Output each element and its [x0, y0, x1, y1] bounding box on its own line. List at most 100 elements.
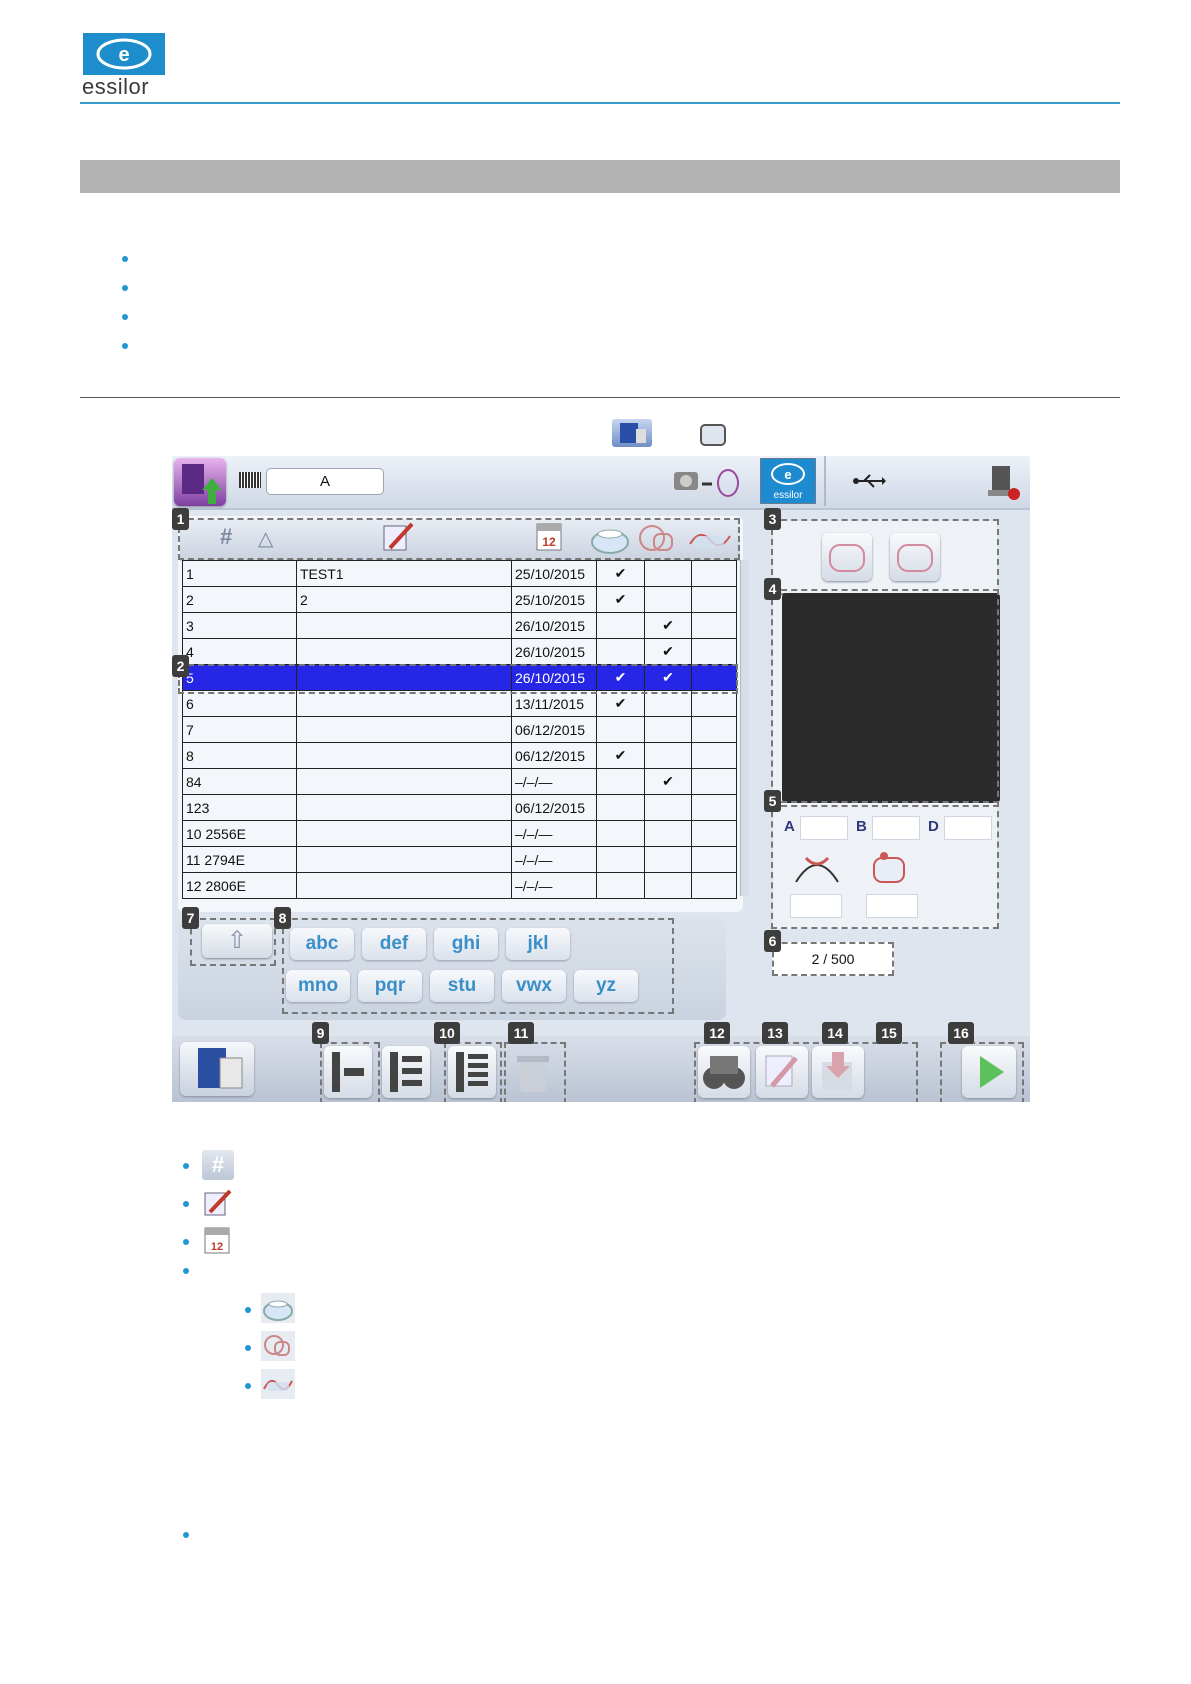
table-row[interactable]: 123 06/12/2015: [182, 794, 737, 821]
svg-text:e: e: [784, 467, 791, 482]
job-date-cell: 06/12/2015: [511, 742, 597, 769]
callout-13: 13: [762, 1022, 788, 1044]
table-row[interactable]: 1 TEST1 25/10/2015 ✔: [182, 560, 737, 587]
list-view-1-button[interactable]: [324, 1046, 372, 1098]
search-job-button[interactable]: [698, 1046, 750, 1098]
legend-sub-bullet: [245, 1383, 251, 1389]
drill-field[interactable]: [866, 894, 918, 918]
essilor-logo-mark: e: [96, 38, 152, 70]
shape-icon: [261, 1331, 295, 1361]
table-row[interactable]: 84 –/–/— ✔: [182, 768, 737, 795]
key-ghi[interactable]: ghi: [434, 928, 498, 960]
camera-tracer-icon[interactable]: [672, 464, 752, 500]
table-row[interactable]: 11 2794E –/–/—: [182, 846, 737, 873]
edit-icon: [765, 1055, 798, 1088]
table-row[interactable]: 7 06/12/2015: [182, 716, 737, 743]
shape-check-cell: [644, 872, 692, 899]
key-abc[interactable]: abc: [290, 928, 354, 960]
shape-check-cell: [644, 820, 692, 847]
legend-bullet: [183, 1201, 189, 1207]
binoculars-icon: [703, 1056, 745, 1089]
table-row[interactable]: 10 2556E –/–/—: [182, 820, 737, 847]
delete-button[interactable]: [510, 1048, 556, 1098]
table-row[interactable]: 2 2 25/10/2015 ✔: [182, 586, 737, 613]
edger-button[interactable]: [180, 1042, 254, 1096]
job-date-cell: –/–/—: [511, 872, 597, 899]
frame-check-cell: [691, 586, 737, 613]
edit-job-button[interactable]: [756, 1046, 808, 1098]
job-number-cell: 11 2794E: [182, 846, 297, 873]
list-view-3-button[interactable]: [448, 1046, 496, 1098]
shape-check-cell: [644, 794, 692, 821]
hash-icon: #: [202, 1150, 234, 1180]
key-stu[interactable]: stu: [430, 970, 494, 1002]
dim-label-a: A: [784, 818, 795, 835]
trash-icon: [517, 1056, 549, 1092]
left-lens-button[interactable]: [890, 533, 940, 581]
key-pqr[interactable]: pqr: [358, 970, 422, 1002]
job-date-cell: –/–/—: [511, 846, 597, 873]
shape-check-cell: [644, 846, 692, 873]
table-row[interactable]: 12 2806E –/–/—: [182, 872, 737, 899]
bridge-field[interactable]: [790, 894, 842, 918]
job-date-cell: 26/10/2015: [511, 612, 597, 639]
job-name-cell: [296, 690, 512, 717]
edger-icon: [612, 419, 652, 447]
list-view-2-button[interactable]: [382, 1046, 430, 1098]
usb-glyph: [853, 474, 886, 488]
section-divider: [80, 397, 1120, 398]
next-button[interactable]: [962, 1046, 1016, 1098]
job-name-cell: [296, 768, 512, 795]
shape-check-cell: [644, 586, 692, 613]
key-jkl[interactable]: jkl: [506, 928, 570, 960]
callout-area-1: [178, 518, 740, 560]
dim-b-field[interactable]: [872, 816, 920, 840]
job-date-cell: 06/12/2015: [511, 794, 597, 821]
import-job-button[interactable]: [812, 1046, 864, 1098]
table-row[interactable]: 4 26/10/2015 ✔: [182, 638, 737, 665]
callout-area-4: [771, 589, 999, 807]
job-number-cell: 8: [182, 742, 297, 769]
frame-check-cell: [691, 716, 737, 743]
device-disconnect-button[interactable]: [984, 462, 1024, 502]
dim-a-field[interactable]: [800, 816, 848, 840]
upload-button[interactable]: [174, 458, 226, 506]
callout-area-3: [771, 519, 999, 595]
lens-check-cell: ✔: [596, 586, 645, 613]
legend-bullet: [183, 1268, 189, 1274]
callout-area-2: [178, 664, 738, 694]
job-name-cell: TEST1: [296, 560, 512, 587]
frame-check-cell: [691, 638, 737, 665]
key-def[interactable]: def: [362, 928, 426, 960]
device-disconnect-icon: [988, 466, 1020, 500]
essilor-badge: e essilor: [760, 458, 816, 504]
svg-text:e: e: [118, 44, 129, 66]
lens-check-cell: ✔: [596, 690, 645, 717]
drill-glyph: [873, 852, 905, 883]
pen-glyph: [204, 1189, 232, 1216]
table-row[interactable]: 3 26/10/2015 ✔: [182, 612, 737, 639]
shift-key[interactable]: ⇧: [202, 924, 272, 958]
right-lens-button[interactable]: [822, 533, 872, 581]
shape-check-cell: [644, 716, 692, 743]
key-mno[interactable]: mno: [286, 970, 350, 1002]
section-title-bar: [80, 160, 1120, 193]
key-vwx[interactable]: vwx: [502, 970, 566, 1002]
table-scrollbar[interactable]: [740, 560, 749, 896]
table-row[interactable]: 8 06/12/2015 ✔: [182, 742, 737, 769]
frame-check-cell: [691, 742, 737, 769]
lens-right-icon: [829, 544, 865, 572]
callout-16: 16: [948, 1022, 974, 1044]
table-row[interactable]: 6 13/11/2015 ✔: [182, 690, 737, 717]
search-input[interactable]: A: [266, 468, 384, 495]
job-number-cell: 4: [182, 638, 297, 665]
lens-check-cell: [596, 872, 645, 899]
svg-text:12: 12: [211, 1241, 223, 1253]
dim-label-d: D: [928, 818, 939, 835]
key-yz[interactable]: yz: [574, 970, 638, 1002]
essilor-logo: e: [83, 33, 165, 75]
shape-check-cell: ✔: [644, 768, 692, 795]
lens-check-cell: ✔: [596, 560, 645, 587]
upload-arrow-icon: [182, 464, 222, 504]
dim-d-field[interactable]: [944, 816, 992, 840]
